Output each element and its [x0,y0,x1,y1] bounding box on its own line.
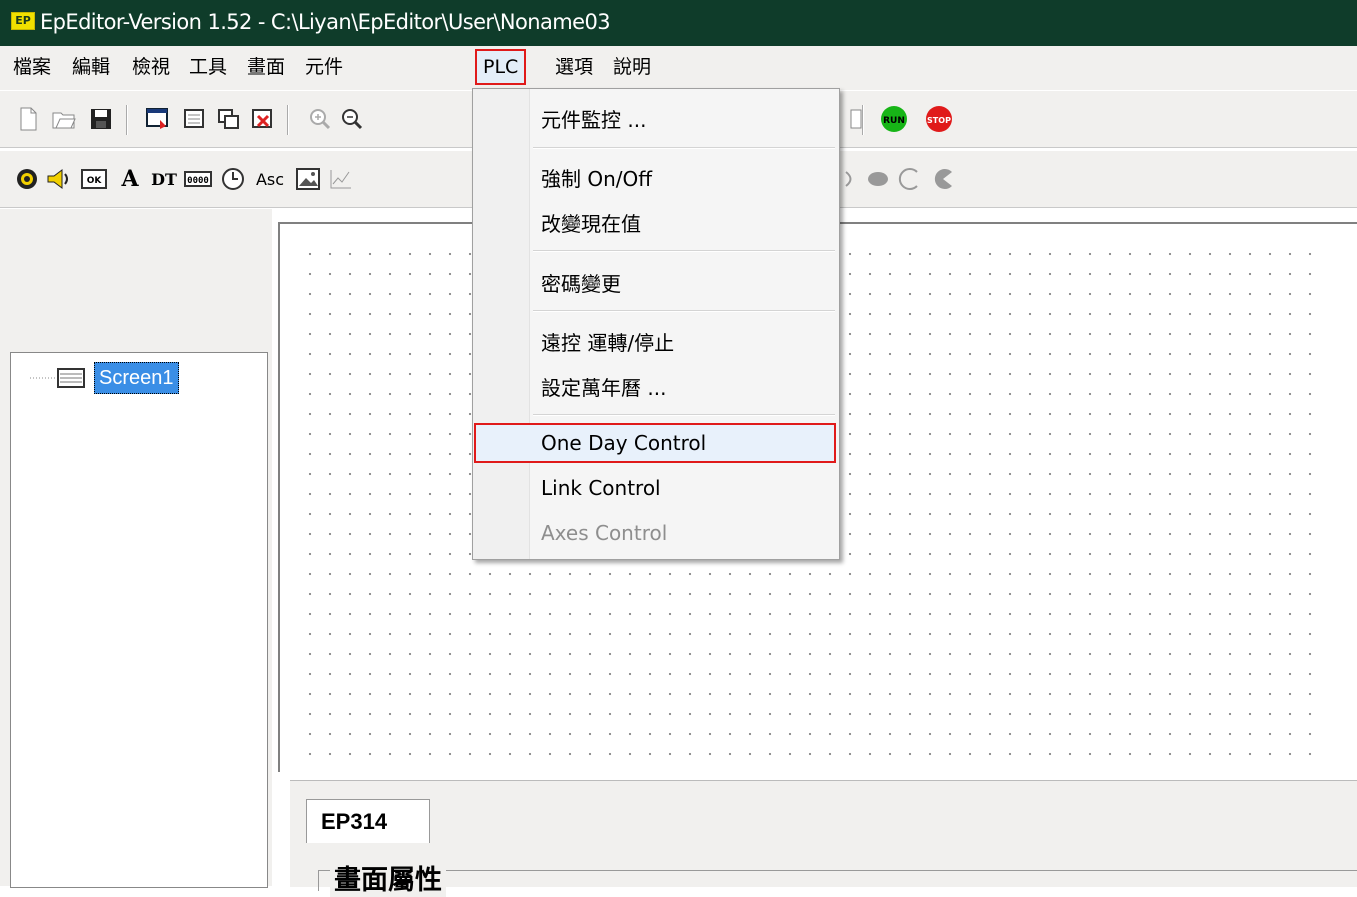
menu-separator [533,414,835,416]
menu-separator [533,147,835,149]
menu-help[interactable]: 說明 [607,51,657,83]
ascii-tool-label: Asc [255,169,285,189]
menu-file[interactable]: 檔案 [7,51,57,83]
toolbar-separator [287,105,289,135]
tree-screen-icon [30,368,85,388]
lamp-icon[interactable] [13,165,41,193]
tree-node-screen1[interactable]: Screen1 [94,362,179,394]
menu-tools[interactable]: 工具 [183,51,233,83]
menu-edit[interactable]: 編輯 [66,51,116,83]
toolbar-separator [862,105,864,135]
menu-item-device-monitor[interactable]: 元件監控 ... [541,104,646,133]
screen-insert-icon[interactable] [144,105,172,133]
stop-label: STOP [927,116,951,125]
menu-separator [533,250,835,252]
plc-menu-dropdown: 元件監控 ... 強制 On/Off 改變現在值 密碼變更 遠控 運轉/停止 設… [472,88,840,560]
ok-button-label: OK [87,176,103,186]
pie-icon[interactable] [930,165,958,193]
menu-item-change-value[interactable]: 改變現在值 [541,208,641,237]
window-title: EpEditor-Version 1.52 - C:\Liyan\EpEdito… [40,10,611,34]
menu-item-force-onoff[interactable]: 強制 On/Off [541,163,652,192]
run-label: RUN [883,116,905,126]
window-icon[interactable] [843,105,871,133]
menu-separator [533,310,835,312]
datetime-icon[interactable]: DT [150,165,178,193]
screen-properties-title: 畫面屬性 [330,858,446,897]
screen-tree [10,352,268,888]
zoom-out-icon[interactable] [338,105,366,133]
ellipse-icon[interactable] [864,165,892,193]
menu-icon-strip [473,89,530,559]
run-icon[interactable]: RUN [880,105,908,133]
menu-options[interactable]: 選項 [549,51,599,83]
menu-plc[interactable]: PLC [475,49,527,85]
menu-item-set-calendar[interactable]: 設定萬年曆 ... [541,372,666,401]
menu-bar: 檔案 編輯 檢視 工具 畫面 元件 PLC 選項 說明 [0,46,1357,91]
tab-ep314[interactable]: EP314 [306,799,430,843]
arc-icon[interactable] [896,165,924,193]
menu-item-remote-run-stop[interactable]: 遠控 運轉/停止 [541,327,674,356]
screen-icon[interactable] [180,105,208,133]
stop-icon[interactable]: STOP [925,105,953,133]
menu-screen[interactable]: 畫面 [241,51,291,83]
numeric-icon[interactable]: 0000 [184,165,212,193]
trend-icon[interactable] [327,165,355,193]
title-bar: EP EpEditor-Version 1.52 - C:\Liyan\EpEd… [0,0,1357,46]
image-icon[interactable] [294,165,322,193]
group-box [318,870,1357,891]
app-logo: EP [11,12,35,30]
text-icon[interactable]: A [116,165,144,193]
screen-copy-icon[interactable] [214,105,242,133]
menu-view[interactable]: 檢視 [126,51,176,83]
screen-delete-icon[interactable] [248,105,276,133]
clock-icon[interactable] [219,165,247,193]
menu-item-link-control[interactable]: Link Control [541,476,661,500]
new-file-icon[interactable] [14,105,42,133]
text-tool-label: A [121,166,139,192]
open-folder-icon[interactable] [50,105,78,133]
menu-component[interactable]: 元件 [299,51,349,83]
numeric-tool-label: 0000 [187,176,209,186]
ascii-icon[interactable]: Asc [253,165,287,193]
ok-button-icon[interactable]: OK [80,165,108,193]
datetime-tool-label: DT [151,169,177,189]
zoom-in-icon[interactable] [306,105,334,133]
menu-item-one-day-control[interactable]: One Day Control [541,431,706,455]
save-icon[interactable] [87,105,115,133]
menu-item-axes-control: Axes Control [541,521,668,545]
toolbar-separator [126,105,128,135]
menu-item-change-password[interactable]: 密碼變更 [541,268,621,297]
buzzer-icon[interactable] [45,165,73,193]
